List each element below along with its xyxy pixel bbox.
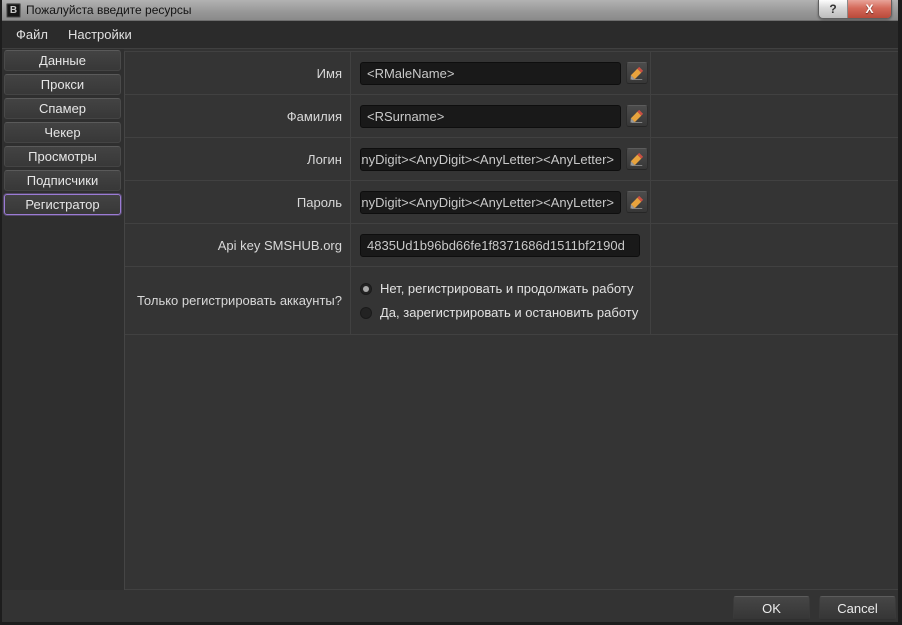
sidebar-item-proksi[interactable]: Прокси (4, 74, 121, 95)
radio-option-yes-label: Да, зарегистрировать и остановить работу (380, 305, 638, 320)
cancel-button[interactable]: Cancel (819, 596, 896, 620)
apikey-input[interactable]: 4835Ud1b96bd66fe1f8371686d1511bf2190d (360, 234, 640, 257)
form-row-apikey: Api key SMSHUB.org 4835Ud1b96bd66fe1f837… (125, 224, 898, 267)
sidebar-item-registrator[interactable]: Регистратор (4, 194, 121, 215)
name-input[interactable]: <RMaleName> (360, 62, 621, 85)
close-button[interactable]: X (848, 0, 891, 18)
surname-edit-button[interactable] (626, 105, 648, 127)
pencil-icon (630, 66, 644, 80)
password-label: Пароль (125, 181, 351, 223)
empty-form-area (125, 335, 898, 590)
ok-button[interactable]: OK (733, 596, 810, 620)
radio-icon (360, 307, 372, 319)
menu-item-settings[interactable]: Настройки (58, 21, 142, 48)
form-row-login: Логин <AnyDigit><AnyDigit><AnyLetter><An… (125, 138, 898, 181)
sidebar-item-dannye[interactable]: Данные (4, 50, 121, 71)
login-label: Логин (125, 138, 351, 180)
apikey-label: Api key SMSHUB.org (125, 224, 351, 266)
menu-item-file[interactable]: Файл (6, 21, 58, 48)
login-input[interactable]: <AnyDigit><AnyDigit><AnyLetter><AnyLette… (360, 148, 621, 171)
pencil-icon (630, 109, 644, 123)
sidebar-item-spamer[interactable]: Спамер (4, 98, 121, 119)
main-area: Данные Прокси Спамер Чекер Просмотры Под… (2, 49, 898, 622)
help-button[interactable]: ? (819, 0, 848, 18)
form-row-surname: Фамилия <RSurname> (125, 95, 898, 138)
b-logo-icon: B (6, 3, 21, 18)
radio-option-no-label: Нет, регистрировать и продолжать работу (380, 281, 633, 296)
sidebar: Данные Прокси Спамер Чекер Просмотры Под… (2, 49, 124, 622)
titlebar[interactable]: B Пожалуйста введите ресурсы ? X (2, 0, 898, 21)
radio-option-yes[interactable]: Да, зарегистрировать и остановить работу (360, 305, 650, 320)
name-label: Имя (125, 52, 351, 94)
pencil-icon (630, 195, 644, 209)
register-only-options: Нет, регистрировать и продолжать работу … (351, 267, 651, 334)
sidebar-item-podpischiki[interactable]: Подписчики (4, 170, 121, 191)
menubar: Файл Настройки (2, 21, 898, 49)
form-row-password: Пароль <AnyDigit><AnyDigit><AnyLetter><A… (125, 181, 898, 224)
form-row-register-only: Только регистрировать аккаунты? Нет, рег… (125, 267, 898, 335)
registrator-form: Имя <RMaleName> Фамилия (124, 51, 898, 590)
caption-buttons: ? X (818, 0, 892, 19)
login-edit-button[interactable] (626, 148, 648, 170)
question-mark-icon: ? (829, 2, 836, 16)
surname-input[interactable]: <RSurname> (360, 105, 621, 128)
window-title: Пожалуйста введите ресурсы (26, 3, 192, 17)
radio-option-no[interactable]: Нет, регистрировать и продолжать работу (360, 281, 650, 296)
name-edit-button[interactable] (626, 62, 648, 84)
form-row-name: Имя <RMaleName> (125, 52, 898, 95)
surname-label: Фамилия (125, 95, 351, 137)
app-window: B Пожалуйста введите ресурсы ? X Файл На… (0, 0, 902, 625)
register-only-label: Только регистрировать аккаунты? (125, 267, 351, 334)
sidebar-item-prosmotry[interactable]: Просмотры (4, 146, 121, 167)
x-icon: X (865, 2, 873, 16)
password-edit-button[interactable] (626, 191, 648, 213)
password-input[interactable]: <AnyDigit><AnyDigit><AnyLetter><AnyLette… (360, 191, 621, 214)
dialog-footer: OK Cancel (2, 590, 898, 622)
pencil-icon (630, 152, 644, 166)
sidebar-item-cheker[interactable]: Чекер (4, 122, 121, 143)
radio-icon (360, 283, 372, 295)
